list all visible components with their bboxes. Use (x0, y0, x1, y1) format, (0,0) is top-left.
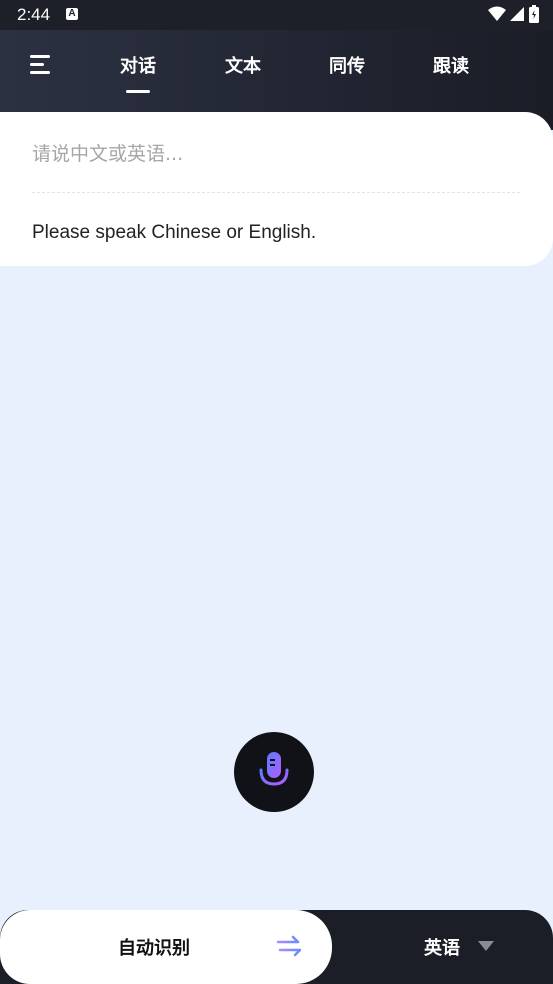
battery-icon (529, 5, 539, 23)
tab-simultaneous[interactable]: 同传 (312, 52, 382, 78)
microphone-icon (259, 752, 289, 793)
menu-icon[interactable] (30, 55, 54, 75)
source-language-label: 自动识别 (118, 938, 190, 959)
tab-follow-read[interactable]: 跟读 (416, 52, 486, 78)
active-tab-indicator (126, 90, 150, 93)
speech-input-placeholder[interactable]: 请说中文或英语... (32, 139, 183, 166)
source-language-selector[interactable]: 自动识别 (0, 910, 332, 984)
swap-icon[interactable] (276, 934, 302, 958)
microphone-button[interactable] (234, 732, 314, 812)
tab-text[interactable]: 文本 (208, 52, 278, 78)
signal-icon (510, 7, 524, 21)
status-bar: 2:44 A (0, 0, 553, 30)
language-bar: 自动识别 英语 (0, 910, 553, 984)
card-divider (32, 192, 520, 193)
tab-conversation[interactable]: 对话 (103, 52, 173, 78)
target-language-label[interactable]: 英语 (424, 934, 460, 960)
conversation-card: 请说中文或英语... Please speak Chinese or Engli… (0, 112, 553, 266)
translation-placeholder: Please speak Chinese or English. (32, 222, 317, 243)
status-icons (488, 5, 539, 23)
notification-icon: A (66, 8, 78, 20)
status-time: 2:44 (17, 5, 51, 24)
dropdown-arrow-icon[interactable] (478, 941, 494, 951)
wifi-icon (488, 6, 506, 21)
